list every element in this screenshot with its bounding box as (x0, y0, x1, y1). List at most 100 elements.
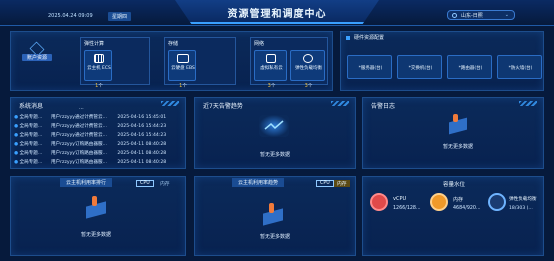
log-msg: 用户rzzyyy通过计费管云... (50, 133, 107, 138)
elb-name: 弹性负载均衡 (295, 66, 322, 71)
log-row[interactable]: ● 全局专题... 用户rzzyyy订购路由器服... 2025-04-11 0… (14, 141, 186, 150)
ecs-count: 1个 (85, 72, 113, 91)
ebs-card[interactable]: 云硬盘 EBS 1个 (168, 50, 196, 89)
log-msg: 用户rzzyyy订购路由器服... (50, 142, 107, 147)
vcpu-value: 1266/128... (393, 206, 421, 211)
host-trend-tab-mem[interactable]: 内存 (334, 180, 350, 187)
empty-chart-icon (259, 115, 289, 137)
log-type: 全局专题... (19, 124, 43, 129)
host-rank-title: 云主机利用率排行 (60, 178, 113, 187)
ebs-count: 1个 (169, 72, 197, 91)
log-time: 2025-04-16 15:44:23 (117, 133, 167, 138)
memory-gauge-icon (430, 193, 448, 211)
log-time: 2025-04-16 15:45:01 (117, 115, 167, 120)
account-badge-label: 账户资源 (22, 54, 52, 61)
bullet-icon: ● (14, 142, 19, 147)
server-icon (94, 54, 104, 63)
log-type: 全局专题... (19, 160, 43, 165)
hardware-card-firewall[interactable]: *防火墙(台) (497, 55, 542, 79)
log-list: ● 全局专题... 用户rzzyyy通过计费管云... 2025-04-16 1… (14, 114, 186, 168)
log-type: 全局专题... (19, 142, 43, 147)
host-rank-tab-mem[interactable]: 内存 (157, 180, 173, 187)
log-row[interactable]: ● 全局专题... 用户rzzyyy订购路由器服... 2025-04-11 0… (14, 150, 186, 159)
vpc-card[interactable]: 虚拟私有云 3个 (254, 50, 287, 89)
region-select[interactable]: 山东-日照 ⌄ (447, 10, 515, 20)
log-time: 2025-04-11 08:40:28 (117, 160, 167, 165)
bullet-icon: ● (14, 115, 19, 120)
weekday-badge: 星期四 (108, 12, 132, 21)
hardware-card-label: *交换机(台) (408, 66, 433, 71)
vcpu-gauge-icon (370, 193, 388, 211)
box-shape (449, 117, 467, 135)
capacity-panel: 容量水位 (362, 176, 544, 256)
log-time: 2025-04-16 15:44:23 (117, 124, 167, 129)
storage-group-title: 存储 (168, 41, 179, 47)
vpc-count: 3个 (255, 72, 288, 91)
bullet-icon: ● (14, 124, 19, 129)
elb-unit: 个 (307, 84, 313, 89)
network-icon (266, 54, 276, 63)
figure-shape (92, 196, 97, 206)
log-type: 全局专题... (19, 151, 43, 156)
date-text: 2025.04.24 09:09 (48, 13, 93, 19)
hardware-card-switch[interactable]: *交换机(台) (397, 55, 442, 79)
ecs-unit: 个 (98, 84, 103, 89)
elb-count: 3个 (291, 72, 326, 91)
hardware-card-server[interactable]: *服务器(台) (347, 55, 392, 79)
empty-box-icon (259, 203, 287, 226)
memory-value: 4684/920... (453, 206, 481, 211)
compute-group-title: 弹性计算 (84, 41, 105, 47)
bullet-icon: ● (14, 133, 19, 138)
empty-box-icon (445, 114, 471, 136)
hardware-card-label: *防火墙(台) (508, 66, 533, 71)
ebs-unit: 个 (182, 84, 187, 89)
stripes-decoration (161, 101, 179, 106)
log-type: 全局专题... (19, 115, 43, 120)
account-badge: 账户资源 (22, 41, 52, 64)
location-icon (452, 13, 457, 18)
host-rank-tab-cpu[interactable]: CPU (136, 180, 154, 187)
figure-shape (453, 114, 458, 122)
vpc-unit: 个 (270, 84, 276, 89)
balance-icon (303, 54, 313, 63)
stripes-decoration (331, 101, 349, 106)
alarm-trend-title: 近7天告警趋势 (203, 103, 243, 110)
elb-capacity-value: 18/303 (... (509, 206, 533, 211)
log-type: 全局专题... (19, 133, 43, 138)
host-trend-title: 云主机利用率趋势 (232, 178, 285, 187)
page-title: 资源管理和调度中心 (227, 9, 327, 20)
host-trend-empty: 暂无更多数据 (259, 234, 290, 240)
trend-line-icon (264, 120, 284, 130)
stripes-decoration (519, 101, 537, 106)
alarm-log-empty: 暂无更多数据 (442, 144, 473, 150)
elb-capacity-label: 弹性负载均衡 (509, 197, 537, 202)
network-group-title: 网络 (254, 41, 265, 47)
empty-box-icon (82, 196, 110, 219)
log-msg: 用户rzzyyy通过计费管云... (50, 124, 107, 129)
vcpu-label: vCPU (393, 196, 407, 202)
disk-icon (177, 54, 189, 63)
system-log-title: 系统消息 (19, 103, 44, 110)
memory-label: 内存 (453, 197, 464, 203)
log-row[interactable]: ● 全局专题... 用户rzzyyy通过计费管云... 2025-04-16 1… (14, 123, 186, 132)
host-trend-tab-cpu[interactable]: CPU (316, 180, 334, 187)
vpc-name: 虚拟私有云 (260, 66, 283, 71)
log-time: 2025-04-11 08:40:28 (117, 151, 167, 156)
elb-card[interactable]: 弹性负载均衡 3个 (290, 50, 325, 89)
bullet-icon: ● (14, 160, 19, 165)
log-row[interactable]: ● 全局专题... 用户rzzyyy通过计费管云... 2025-04-16 1… (14, 132, 186, 141)
ecs-name: 云主机 ECS (87, 66, 111, 71)
hardware-card-router[interactable]: *路由器(台) (447, 55, 492, 79)
ecs-card[interactable]: 云主机 ECS 1个 (84, 50, 112, 89)
log-row[interactable]: ● 全局专题... 用户rzzyyy通过计费管云... 2025-04-16 1… (14, 114, 186, 123)
ebs-name: 云硬盘 EBS (171, 66, 195, 71)
log-more-button[interactable]: ... (79, 105, 84, 111)
elb-gauge-icon (488, 193, 506, 211)
alarm-trend-empty: 暂无更多数据 (259, 152, 290, 158)
log-row[interactable]: ● 全局专题... 用户rzzyyy订购路由器服... 2025-04-11 0… (14, 159, 186, 168)
hardware-card-label: *服务器(台) (358, 66, 383, 71)
log-msg: 用户rzzyyy订购路由器服... (50, 151, 107, 156)
log-time: 2025-04-11 08:40:28 (117, 142, 167, 147)
capacity-title: 容量水位 (442, 182, 465, 188)
hardware-title: 硬件资源配置 (354, 35, 385, 41)
